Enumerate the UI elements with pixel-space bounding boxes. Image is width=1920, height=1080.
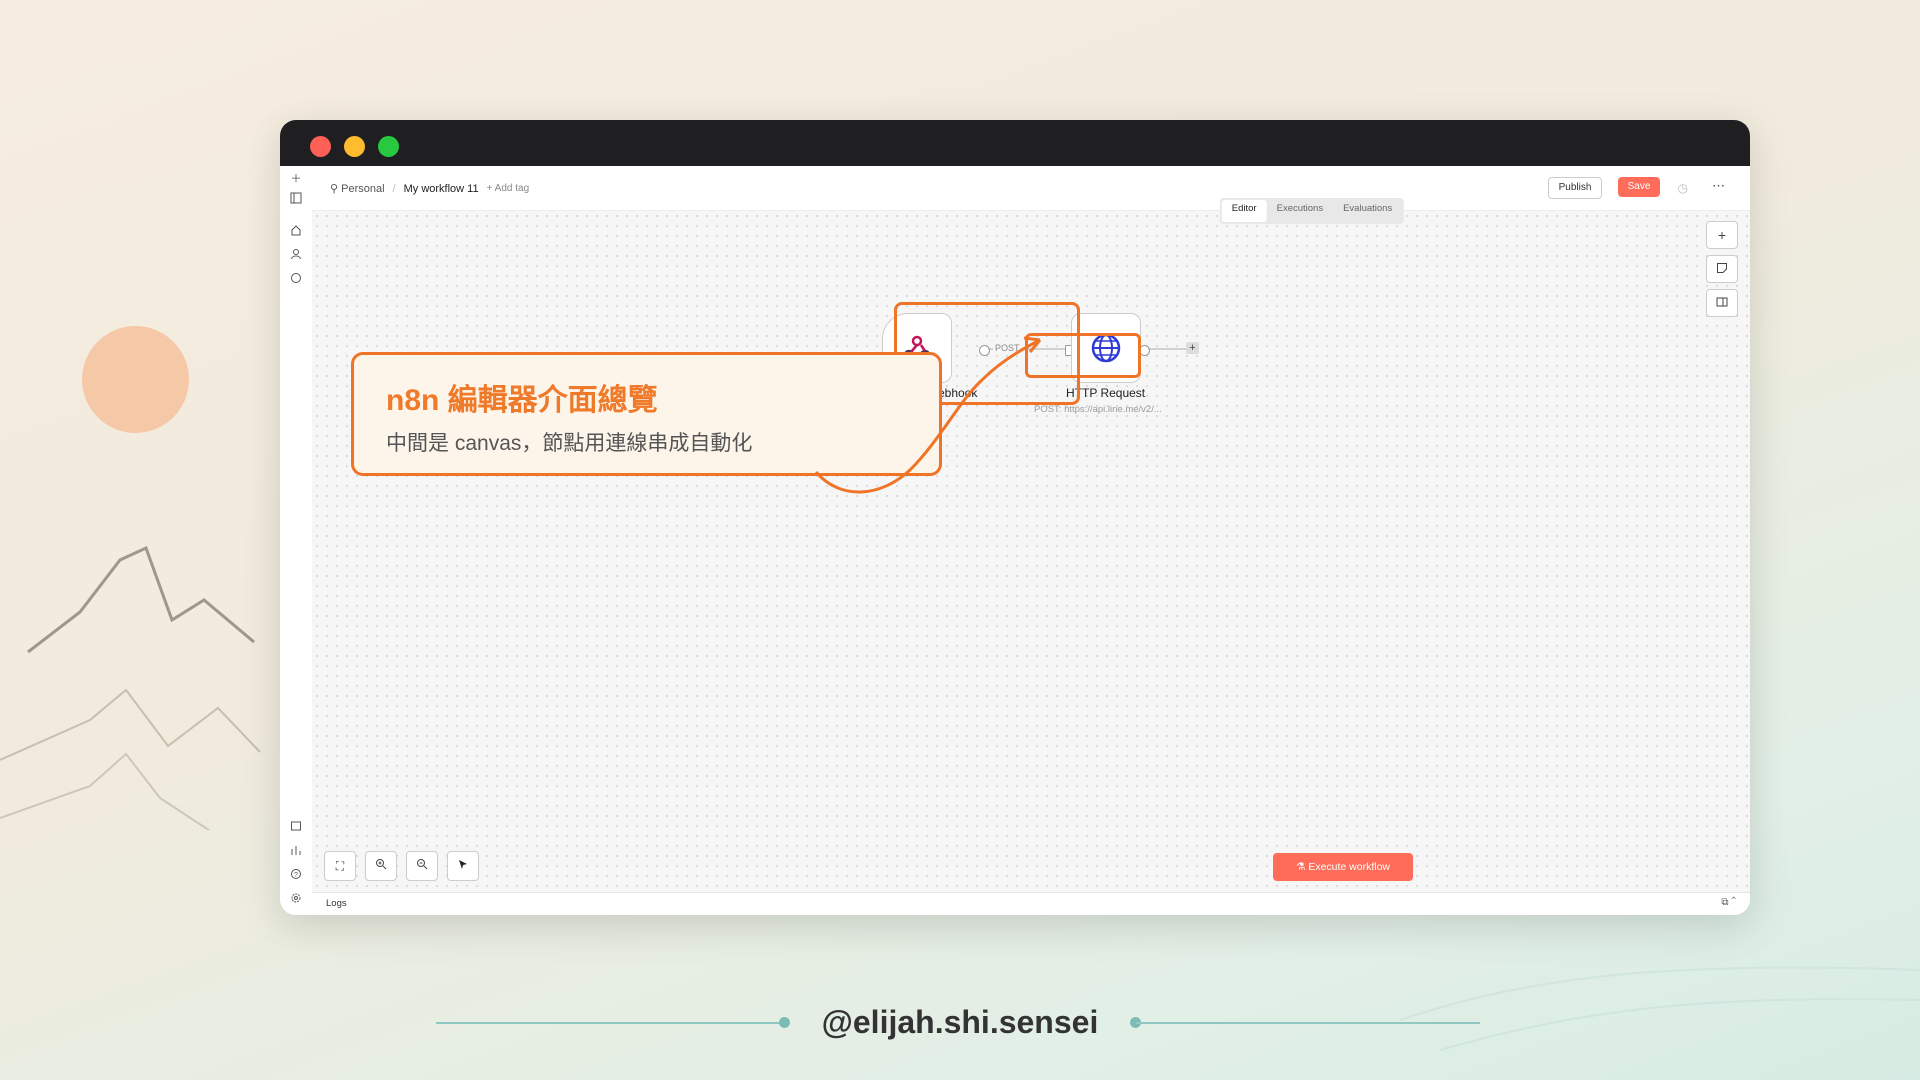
templates-icon[interactable] (289, 820, 303, 834)
insights-icon[interactable] (289, 844, 303, 858)
add-tag-link[interactable]: + Add tag (487, 183, 530, 194)
user-icon[interactable] (289, 248, 303, 262)
tab-evaluations[interactable]: Evaluations (1333, 200, 1402, 222)
add-node-button[interactable]: + (1706, 221, 1738, 249)
chevron-up-icon[interactable]: ⌃ (1731, 897, 1736, 908)
help-icon[interactable]: ? (289, 868, 303, 882)
cursor-mode-button[interactable] (447, 851, 479, 881)
callout-box: n8n 編輯器介面總覽 中間是 canvas，節點用連線串成自動化 (351, 352, 942, 476)
home-icon[interactable] (289, 224, 303, 238)
save-button[interactable]: Save (1618, 177, 1660, 197)
add-icon[interactable]: ＋ (289, 172, 303, 186)
highlight-box-http (1025, 333, 1141, 378)
user-icon: ⚲ (330, 183, 339, 195)
decorative-mountain-lines (0, 545, 261, 830)
sticky-note-button[interactable] (1706, 255, 1738, 283)
popout-icon[interactable]: ⧉ (1721, 897, 1728, 908)
history-icon[interactable]: ◷ (1678, 181, 1688, 195)
publish-button[interactable]: Publish (1548, 177, 1602, 199)
maximize-window-button[interactable] (378, 136, 399, 157)
breadcrumb-separator: / (392, 182, 396, 195)
tab-editor[interactable]: Editor (1221, 200, 1267, 222)
callout-subtitle: 中間是 canvas，節點用連線串成自動化 (386, 432, 753, 455)
execute-workflow-button[interactable]: ⚗ Execute workflow (1273, 853, 1413, 881)
footer-line-right (1136, 1022, 1480, 1024)
zoom-in-button[interactable] (365, 851, 397, 881)
app-window: ＋ ? ⚲ Personal / My workflow 11 + Add ta… (280, 120, 1750, 915)
logs-panel[interactable]: Logs ⧉ ⌃ (312, 892, 1750, 915)
window-titlebar (280, 120, 1750, 166)
sidebar-toggle-icon[interactable] (289, 192, 303, 206)
sidebar: ＋ ? (280, 166, 313, 915)
workflow-name[interactable]: My workflow 11 (404, 183, 479, 195)
decorative-sun-circle (82, 326, 189, 433)
tab-executions[interactable]: Executions (1267, 200, 1333, 222)
chat-icon[interactable] (289, 272, 303, 286)
footer-handle: @elijah.shi.sensei (821, 1004, 1099, 1040)
editor-header: ⚲ Personal / My workflow 11 + Add tag Pu… (312, 166, 1750, 211)
svg-text:?: ? (294, 872, 298, 879)
breadcrumb-project[interactable]: ⚲ Personal (330, 182, 385, 195)
add-next-node-button[interactable]: + (1186, 342, 1199, 354)
panel-toggle-button[interactable] (1706, 289, 1738, 317)
http-node-subtitle: POST: https://api.line.me/v2/... (1034, 404, 1162, 415)
flask-icon: ⚗ (1295, 861, 1306, 873)
zoom-out-button[interactable] (406, 851, 438, 881)
close-window-button[interactable] (310, 136, 331, 157)
n8n-editor: ＋ ? ⚲ Personal / My workflow 11 + Add ta… (280, 166, 1750, 915)
fit-view-button[interactable]: ⛶ (324, 851, 356, 881)
callout-title: n8n 編輯器介面總覽 (386, 384, 658, 417)
logs-label: Logs (326, 898, 347, 909)
more-options-icon[interactable]: ⋯ (1712, 178, 1726, 194)
breadcrumb: ⚲ Personal / My workflow 11 + Add tag (330, 182, 530, 196)
settings-icon[interactable] (289, 892, 303, 906)
view-tabs: Editor Executions Evaluations (1219, 198, 1405, 224)
minimize-window-button[interactable] (344, 136, 365, 157)
